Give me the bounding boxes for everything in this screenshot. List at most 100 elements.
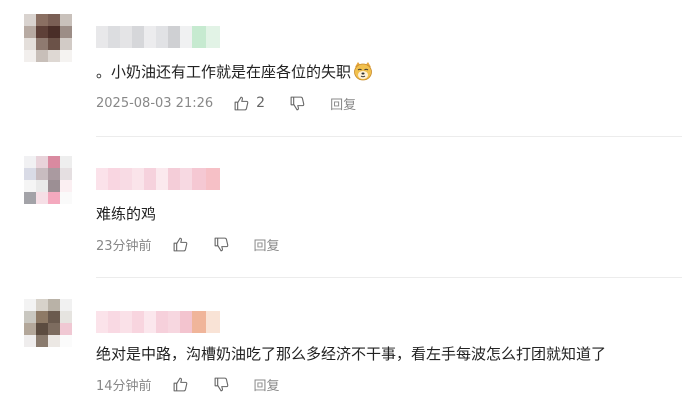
avatar-pixel — [36, 299, 48, 311]
avatar-pixel — [48, 50, 60, 62]
nickname-pixel — [108, 26, 120, 48]
thumbs-up-icon — [234, 96, 249, 110]
avatar-pixel — [36, 50, 48, 62]
dislike-button[interactable] — [213, 236, 230, 253]
avatar-pixel — [24, 311, 36, 323]
avatar-pixel — [60, 50, 72, 62]
nickname-pixel — [206, 26, 220, 48]
comment-time: 2025-08-03 21:26 — [96, 95, 214, 111]
avatar-pixel — [24, 156, 36, 168]
like-button[interactable]: 2 — [233, 95, 265, 112]
avatar-pixel — [36, 180, 48, 192]
avatar-pixel — [48, 192, 60, 204]
avatar-pixel — [48, 38, 60, 50]
avatar-pixel — [24, 50, 36, 62]
doge-face-icon — [353, 61, 373, 81]
avatar-pixel — [60, 14, 72, 26]
reply-button[interactable]: 回复 — [254, 235, 280, 254]
nickname-pixel — [192, 168, 206, 190]
nickname-pixel — [144, 168, 156, 190]
comment-text-content: 。小奶油还有工作就是在座各位的失职 — [96, 63, 352, 81]
avatar-pixel — [48, 299, 60, 311]
nickname-pixel — [132, 311, 144, 333]
nickname[interactable] — [96, 26, 220, 48]
nickname-pixel — [156, 311, 168, 333]
nickname-pixel — [96, 26, 108, 48]
comment-time: 23分钟前 — [96, 238, 152, 254]
thumbs-down-icon — [290, 96, 305, 110]
nickname-pixel — [192, 26, 206, 48]
thumbs-up-icon — [173, 237, 187, 251]
nickname-pixel — [144, 311, 156, 333]
avatar[interactable] — [24, 299, 72, 347]
nickname-pixel — [156, 26, 168, 48]
avatar-pixel — [60, 299, 72, 311]
nickname[interactable] — [96, 311, 220, 333]
comment-text: 绝对是中路，沟槽奶油吃了那么多经济不干事，看左手每波怎么打团就知道了 — [96, 343, 606, 365]
avatar-pixel — [24, 323, 36, 335]
nickname-pixel — [108, 168, 120, 190]
avatar-pixel — [36, 26, 48, 38]
nickname-pixel — [108, 311, 120, 333]
avatar-pixel — [60, 26, 72, 38]
divider — [96, 136, 682, 137]
avatar-pixel — [24, 299, 36, 311]
nickname-pixel — [206, 311, 220, 333]
nickname-pixel — [120, 311, 132, 333]
avatar-pixel — [36, 311, 48, 323]
avatar-pixel — [60, 38, 72, 50]
like-button[interactable] — [172, 376, 189, 393]
avatar-pixel — [24, 180, 36, 192]
avatar-pixel — [36, 14, 48, 26]
avatar-pixel — [48, 180, 60, 192]
avatar-pixel — [24, 14, 36, 26]
like-button[interactable] — [172, 236, 189, 253]
reply-button[interactable]: 回复 — [330, 94, 356, 113]
nickname-pixel — [180, 311, 192, 333]
nickname-pixel — [180, 26, 192, 48]
avatar-pixel — [60, 192, 72, 204]
nickname-pixel — [192, 311, 206, 333]
comment-meta: 14分钟前 回复 — [96, 374, 280, 394]
avatar-pixel — [60, 180, 72, 192]
nickname-pixel — [132, 168, 144, 190]
avatar-pixel — [48, 156, 60, 168]
avatar[interactable] — [24, 14, 72, 62]
nickname-pixel — [156, 168, 168, 190]
avatar-pixel — [60, 323, 72, 335]
avatar-pixel — [48, 323, 60, 335]
nickname-pixel — [168, 26, 180, 48]
comment-text-content: 绝对是中路，沟槽奶油吃了那么多经济不干事，看左手每波怎么打团就知道了 — [96, 345, 607, 363]
avatar-pixel — [60, 311, 72, 323]
nickname-pixel — [144, 26, 156, 48]
avatar-pixel — [36, 156, 48, 168]
reply-button[interactable]: 回复 — [254, 375, 280, 394]
avatar[interactable] — [24, 156, 72, 204]
avatar-pixel — [36, 168, 48, 180]
avatar-pixel — [60, 335, 72, 347]
avatar-pixel — [48, 26, 60, 38]
avatar-pixel — [48, 335, 60, 347]
nickname-pixel — [120, 168, 132, 190]
comment-meta: 2025-08-03 21:26 2 回复 — [96, 93, 356, 113]
nickname[interactable] — [96, 168, 220, 190]
divider — [96, 277, 682, 278]
nickname-pixel — [180, 168, 192, 190]
avatar-pixel — [36, 335, 48, 347]
nickname-pixel — [206, 168, 220, 190]
nickname-pixel — [132, 26, 144, 48]
thumbs-down-icon — [214, 377, 228, 391]
nickname-pixel — [168, 168, 180, 190]
avatar-pixel — [60, 156, 72, 168]
nickname-pixel — [120, 26, 132, 48]
dislike-button[interactable] — [213, 376, 230, 393]
comment-text-content: 难练的鸡 — [96, 205, 157, 223]
comment-meta: 23分钟前 回复 — [96, 234, 280, 254]
thumbs-up-icon — [173, 377, 187, 391]
avatar-pixel — [36, 38, 48, 50]
avatar-pixel — [24, 38, 36, 50]
like-count: 2 — [256, 95, 266, 111]
dislike-button[interactable] — [289, 95, 306, 112]
avatar-pixel — [60, 168, 72, 180]
avatar-pixel — [36, 323, 48, 335]
